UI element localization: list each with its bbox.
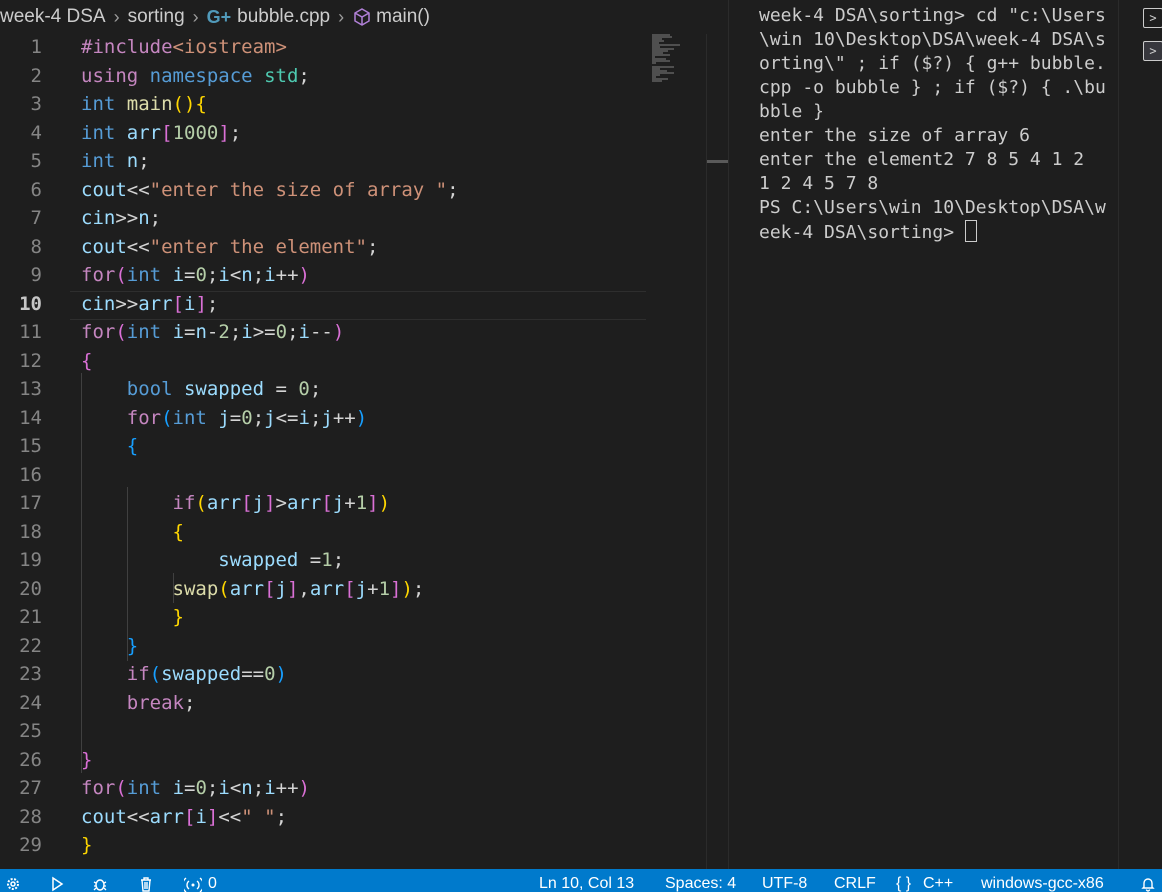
- code-line[interactable]: 14 for(int j=0;j<=i;j++): [0, 404, 706, 433]
- code-line[interactable]: 22 }: [0, 632, 706, 661]
- code-line[interactable]: 13 bool swapped = 0;: [0, 375, 706, 404]
- line-number: 20: [19, 577, 42, 600]
- terminal-tab-icon[interactable]: >: [1143, 8, 1162, 28]
- code-line[interactable]: 5 int n;: [0, 147, 706, 176]
- code-line[interactable]: 9 for(int i=0;i<n;i++): [0, 261, 706, 290]
- code-line[interactable]: 7 cin>>n;: [0, 204, 706, 233]
- file-encoding[interactable]: UTF-8: [762, 869, 807, 892]
- code-editor[interactable]: 1 #include<iostream> 2 using namespace std…: [0, 33, 706, 869]
- line-number: 5: [30, 150, 42, 172]
- cpp-file-icon: G+: [206, 6, 232, 27]
- line-number: 6: [30, 178, 42, 201]
- chevron-right-icon: ›: [113, 6, 120, 27]
- line-number: 14: [19, 406, 42, 429]
- code-line[interactable]: 10 cin>>arr[i];: [0, 290, 706, 319]
- code-line[interactable]: 16: [0, 461, 706, 490]
- code-line[interactable]: 27 for(int i=0;i<n;i++): [0, 774, 706, 803]
- line-ending[interactable]: CRLF: [834, 869, 876, 892]
- code-line[interactable]: 1 #include<iostream>: [0, 33, 706, 62]
- line-number: 9: [30, 264, 42, 286]
- code-line[interactable]: 19 swapped =1;: [0, 546, 706, 575]
- line-number: 24: [19, 691, 42, 714]
- method-cube-icon: [352, 7, 372, 27]
- code-line[interactable]: 6 cout<<"enter the size of array ";: [0, 176, 706, 205]
- chevron-right-icon: ›: [192, 6, 199, 27]
- code-line[interactable]: 3 int main(){: [0, 90, 706, 119]
- ports-count[interactable]: 0: [208, 869, 217, 892]
- line-number: 18: [19, 520, 42, 543]
- terminal-tabs-panel: > >: [1118, 0, 1162, 869]
- code-line[interactable]: 25: [0, 717, 706, 746]
- line-number: 28: [19, 805, 42, 828]
- line-number: 8: [30, 235, 42, 258]
- code-line[interactable]: 11 for(int i=n-2;i>=0;i--): [0, 318, 706, 347]
- terminal-prompt: PS C:\Users\win 10\Desktop\DSA\week-4 DS…: [759, 197, 1106, 243]
- terminal-line: 1 2 4 5 7 8: [759, 173, 879, 194]
- cursor-position[interactable]: Ln 10, Col 13: [539, 869, 634, 892]
- debug-bug-icon[interactable]: [92, 869, 108, 892]
- terminal-line: week-4 DSA\sorting> cd "c:\Users\win 10\…: [759, 5, 1106, 122]
- indentation-setting[interactable]: Spaces: 4: [665, 869, 736, 892]
- line-number: 25: [19, 720, 42, 742]
- minimap[interactable]: [652, 34, 682, 94]
- scrollbar-thumb[interactable]: [707, 160, 728, 163]
- code-line[interactable]: 23 if(swapped==0): [0, 660, 706, 689]
- code-line[interactable]: 18 {: [0, 518, 706, 547]
- trash-icon[interactable]: [138, 869, 154, 892]
- line-number: 1: [30, 36, 42, 58]
- line-number: 23: [19, 663, 42, 685]
- line-number: 3: [30, 93, 42, 115]
- breadcrumb-symbol[interactable]: main(): [376, 6, 430, 28]
- line-number: 27: [19, 777, 42, 799]
- line-number: 13: [19, 378, 42, 400]
- notification-bell-icon[interactable]: [1140, 869, 1156, 892]
- terminal-line: enter the size of array 6: [759, 125, 1030, 146]
- code-line[interactable]: 20 swap(arr[j],arr[j+1]);: [0, 575, 706, 604]
- terminal-tab-active-icon[interactable]: >: [1143, 41, 1162, 61]
- line-number: 11: [19, 321, 42, 343]
- line-number: 29: [19, 834, 42, 856]
- line-number: 26: [19, 748, 42, 771]
- line-number: 19: [19, 549, 42, 571]
- language-mode[interactable]: C++: [923, 869, 953, 892]
- line-number: 21: [19, 606, 42, 628]
- run-play-icon[interactable]: [49, 869, 65, 892]
- breadcrumb-folder[interactable]: week-4 DSA: [0, 6, 106, 28]
- code-line[interactable]: 28 cout<<arr[i]<<" ";: [0, 803, 706, 832]
- code-line[interactable]: 12{: [0, 347, 706, 376]
- code-line[interactable]: 17 if(arr[j]>arr[j+1]): [0, 489, 706, 518]
- line-number: 2: [30, 64, 42, 87]
- line-number-active: 10: [19, 292, 42, 315]
- line-number: 22: [19, 634, 42, 657]
- terminal-cursor: [964, 220, 977, 242]
- code-line[interactable]: 26}: [0, 746, 706, 775]
- terminal-output[interactable]: week-4 DSA\sorting> cd "c:\Users\win 10\…: [759, 4, 1109, 245]
- compiler-config[interactable]: windows-gcc-x86: [981, 869, 1104, 892]
- breadcrumb-file[interactable]: bubble.cpp: [237, 6, 330, 28]
- terminal-line: enter the element2 7 8 5 4 1 2: [759, 149, 1085, 170]
- line-number: 4: [30, 121, 42, 144]
- line-number: 16: [19, 463, 42, 486]
- code-line[interactable]: 2 using namespace std;: [0, 62, 706, 91]
- line-number: 7: [30, 207, 42, 229]
- code-line[interactable]: 24 break;: [0, 689, 706, 718]
- language-braces-icon: { }: [896, 875, 912, 892]
- line-number: 17: [19, 492, 42, 514]
- breadcrumb: week-4 DSA › sorting › G+ bubble.cpp › m…: [0, 0, 705, 34]
- status-bar: 0 Ln 10, Col 13 Spaces: 4 UTF-8 CRLF { }…: [0, 869, 1162, 892]
- gear-icon[interactable]: [5, 869, 21, 892]
- terminal-panel[interactable]: week-4 DSA\sorting> cd "c:\Users\win 10\…: [728, 0, 1119, 869]
- chevron-right-icon: ›: [338, 6, 345, 27]
- code-line[interactable]: 15 {: [0, 432, 706, 461]
- code-line[interactable]: 29}: [0, 831, 706, 860]
- code-line[interactable]: 8 cout<<"enter the element";: [0, 233, 706, 262]
- breadcrumb-subfolder[interactable]: sorting: [128, 6, 185, 28]
- code-line[interactable]: 4 int arr[1000];: [0, 119, 706, 148]
- ports-broadcast-icon[interactable]: [182, 869, 204, 892]
- line-number: 15: [19, 435, 42, 457]
- line-number: 12: [19, 349, 42, 372]
- code-line[interactable]: 21 }: [0, 603, 706, 632]
